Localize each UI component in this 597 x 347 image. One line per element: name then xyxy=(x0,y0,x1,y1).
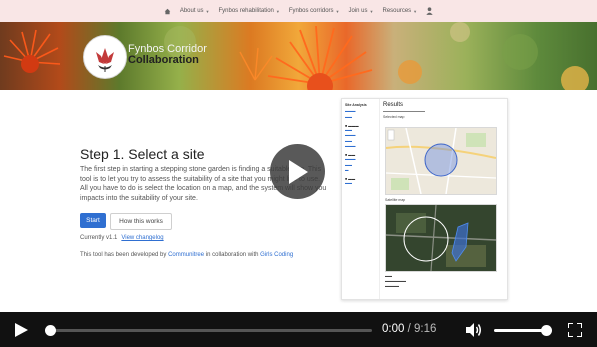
credit-mid: in collaboration with xyxy=(205,252,259,258)
street-map-image xyxy=(385,127,497,195)
nav-item-corridors[interactable]: Fynbos corridors ▼ xyxy=(289,8,340,14)
caret-down-icon: ▼ xyxy=(205,8,210,14)
preview-title: Results xyxy=(383,102,404,108)
site-title: Fynbos Corridor Collaboration xyxy=(128,44,207,66)
time-display: 0:00 / 9:16 xyxy=(382,323,436,335)
preview-sidebar-link: ▬▬ xyxy=(345,127,352,132)
caret-down-icon: ▼ xyxy=(275,8,280,14)
play-icon xyxy=(15,323,28,337)
play-overlay-button[interactable] xyxy=(270,144,325,199)
preview-sidebar-link: ▬▬▬ xyxy=(345,144,356,148)
caret-down-icon: ▼ xyxy=(335,8,340,14)
changelog-link[interactable]: View changelog xyxy=(121,235,163,241)
app-preview-image: Site Analysis ▬▬▬ ▬▬ ■ ▬▬▬ ▬▬ ▬▬▬ ▬▬ ▬▬▬… xyxy=(341,98,508,300)
top-nav: About us ▼ Fynbos rehabilitation ▼ Fynbos … xyxy=(0,0,597,23)
preview-sidebar-link: ▬▬ xyxy=(345,138,352,143)
partner-link[interactable]: Girls Coding xyxy=(260,252,293,258)
page-title: Step 1. Select a site xyxy=(80,146,205,162)
credit-prefix: This tool has been developed by xyxy=(80,252,167,258)
version-line: Currently v1.1 View changelog xyxy=(80,235,164,241)
fullscreen-icon xyxy=(567,322,583,338)
user-icon[interactable] xyxy=(426,7,433,15)
preview-sidebar-link: ▬▬ xyxy=(345,162,352,167)
nav-item-about[interactable]: About us ▼ xyxy=(180,8,210,14)
duration: 9:16 xyxy=(414,323,437,335)
logo[interactable] xyxy=(83,35,127,79)
start-button[interactable]: Start xyxy=(80,213,106,228)
play-button[interactable] xyxy=(14,323,28,337)
preview-sidebar-link: ▬▬▬ xyxy=(345,109,356,113)
nav-item-resources[interactable]: Resources ▼ xyxy=(382,8,417,14)
volume-icon xyxy=(466,323,481,337)
caret-down-icon: ▼ xyxy=(369,8,374,14)
preview-sidebar-link: ▬ xyxy=(345,168,349,172)
volume-button[interactable] xyxy=(466,323,482,337)
communitree-link[interactable]: Communitree xyxy=(168,252,204,258)
protea-logo-icon xyxy=(96,48,114,72)
current-time: 0:00 xyxy=(382,323,405,335)
fullscreen-button[interactable] xyxy=(567,322,583,338)
preview-sidebar-link: ▬▬ xyxy=(345,181,352,185)
preview-sidebar: Site Analysis ▬▬▬ ▬▬ ■ ▬▬▬ ▬▬ ▬▬▬ ▬▬ ▬▬▬… xyxy=(342,99,380,299)
version-text: Currently v1.1 xyxy=(80,235,118,241)
preview-map-label: Selected map xyxy=(383,115,405,119)
volume-handle[interactable] xyxy=(541,325,552,336)
home-icon[interactable] xyxy=(164,8,171,15)
nav-item-rehabilitation[interactable]: Fynbos rehabilitation ▼ xyxy=(219,8,280,14)
play-icon xyxy=(288,159,308,184)
preview-sidebar-link: ▬▬▬ xyxy=(345,157,356,161)
seek-handle[interactable] xyxy=(45,325,56,336)
video-frame: About us ▼ Fynbos rehabilitation ▼ Fynbos … xyxy=(0,0,597,347)
video-controls: 0:00 / 9:16 xyxy=(0,312,597,347)
preview-main: Results ▬▬▬▬▬▬▬▬▬▬▬▬▬▬ Selected map Sate… xyxy=(383,102,503,298)
nav-item-join[interactable]: Join us ▼ xyxy=(349,8,374,14)
preview-sidebar-link: ▬▬▬ xyxy=(345,133,356,137)
caret-down-icon: ▼ xyxy=(413,8,418,14)
how-this-works-button[interactable]: How this works xyxy=(110,213,172,230)
satellite-map-image xyxy=(385,204,497,272)
preview-sidebar-title: Site Analysis xyxy=(345,103,367,107)
preview-footer: ▬▬ ▬▬▬▬▬▬ ▬▬▬▬ xyxy=(385,274,406,288)
seek-bar[interactable] xyxy=(49,329,372,332)
time-separator: / xyxy=(407,323,411,335)
site-title-line2: Collaboration xyxy=(128,54,199,66)
preview-satellite-label: Satellite map xyxy=(385,198,406,202)
developer-credit: This tool has been developed by Communit… xyxy=(80,252,293,258)
preview-sidebar-link: ▬▬ xyxy=(345,114,352,119)
preview-text: ▬▬▬▬▬▬▬▬▬▬▬▬▬▬ xyxy=(383,109,425,113)
